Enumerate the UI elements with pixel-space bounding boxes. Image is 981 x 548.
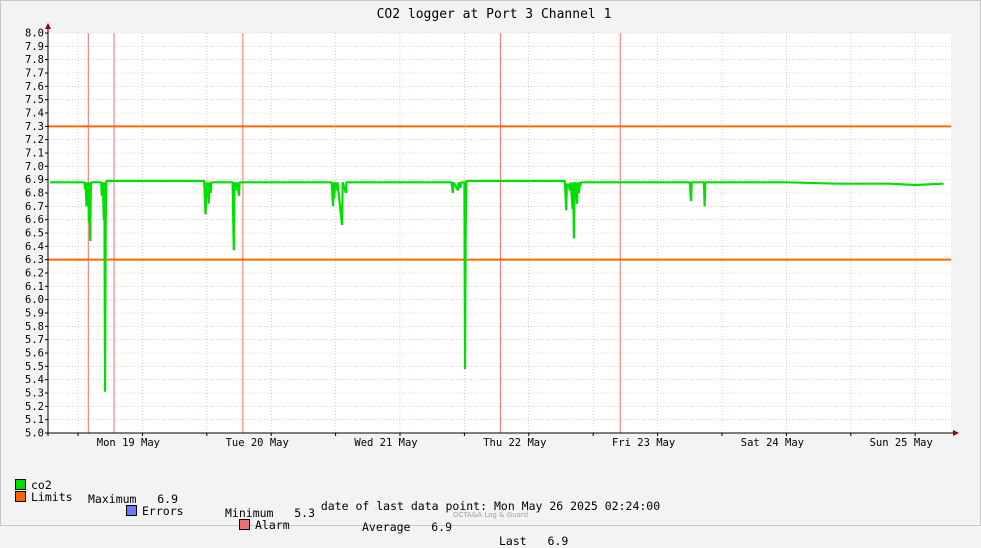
y-tick-label: 7.5 bbox=[25, 94, 44, 106]
y-tick-label: 7.4 bbox=[25, 108, 44, 120]
y-tick-label: 6.7 bbox=[25, 201, 44, 213]
y-tick-label: 6.4 bbox=[25, 241, 44, 253]
y-tick-label: 5.7 bbox=[25, 334, 44, 346]
legend-alarm-label: Alarm bbox=[255, 518, 290, 532]
co2-chart: 5.0 5.15.25.3 5.45.55.6 5.75.85.9 6.06.16.2 6… bbox=[25, 7, 959, 449]
y-axis-arrow bbox=[45, 23, 51, 29]
y-tick-label: 5.0 bbox=[25, 428, 44, 440]
y-tick-label: 5.5 bbox=[25, 361, 44, 373]
x-tick-label: Wed 21 May bbox=[354, 437, 417, 449]
y-tick-label: 6.5 bbox=[25, 228, 44, 240]
y-tick-label: 7.0 bbox=[25, 161, 44, 173]
x-axis-arrow bbox=[953, 430, 959, 436]
y-tick-label: 7.2 bbox=[25, 134, 44, 146]
credit-text: OCTA&A Log & Guard bbox=[452, 511, 529, 519]
y-tick-label: 6.1 bbox=[25, 281, 44, 293]
y-tick-label: 7.7 bbox=[25, 68, 44, 80]
y-tick-label: 7.8 bbox=[25, 54, 44, 66]
alarm-swatch bbox=[239, 519, 250, 530]
y-tick-label: 5.2 bbox=[25, 401, 44, 413]
y-tick-label: 6.0 bbox=[25, 294, 44, 306]
x-tick-label: Thu 22 May bbox=[483, 437, 546, 449]
x-tick-label: Tue 20 May bbox=[226, 437, 289, 449]
y-tick-label: 5.9 bbox=[25, 308, 44, 320]
y-tick-label: 5.1 bbox=[25, 414, 44, 426]
x-tick-label: Fri 23 May bbox=[612, 437, 675, 449]
y-tick-label: 6.9 bbox=[25, 174, 44, 186]
y-tick-label: 5.6 bbox=[25, 348, 44, 360]
y-tick-label: 6.3 bbox=[25, 254, 44, 266]
y-tick-labels: 5.0 5.15.25.3 5.45.55.6 5.75.85.9 6.06.16.2 6… bbox=[25, 28, 44, 440]
y-tick-label: 7.3 bbox=[25, 121, 44, 133]
y-tick-label: 6.6 bbox=[25, 214, 44, 226]
chart-title: CO2 logger at Port 3 Channel 1 bbox=[377, 7, 612, 22]
y-tick-label: 5.4 bbox=[25, 374, 44, 386]
x-tick-label: Sat 24 May bbox=[741, 437, 804, 449]
x-tick-label: Sun 25 May bbox=[870, 437, 933, 449]
y-tick-label: 7.1 bbox=[25, 148, 44, 160]
y-tick-label: 5.8 bbox=[25, 321, 44, 333]
y-tick-label: 6.8 bbox=[25, 188, 44, 200]
y-tick-label: 5.3 bbox=[25, 388, 44, 400]
legend-avg-value: 6.9 bbox=[431, 520, 453, 534]
legend-last-label: Last bbox=[499, 534, 527, 548]
x-tick-labels: Mon 19 May Tue 20 May Wed 21 May Thu 22 May… bbox=[97, 437, 933, 449]
y-tick-label: 8.0 bbox=[25, 28, 44, 40]
y-tick-label: 7.9 bbox=[25, 41, 44, 53]
y-tick-label: 6.2 bbox=[25, 268, 44, 280]
legend-avg-label: Average bbox=[362, 520, 411, 534]
legend-last-value: 6.9 bbox=[547, 534, 569, 548]
y-tick-label: 7.6 bbox=[25, 81, 44, 93]
x-tick-label: Mon 19 May bbox=[97, 437, 160, 449]
